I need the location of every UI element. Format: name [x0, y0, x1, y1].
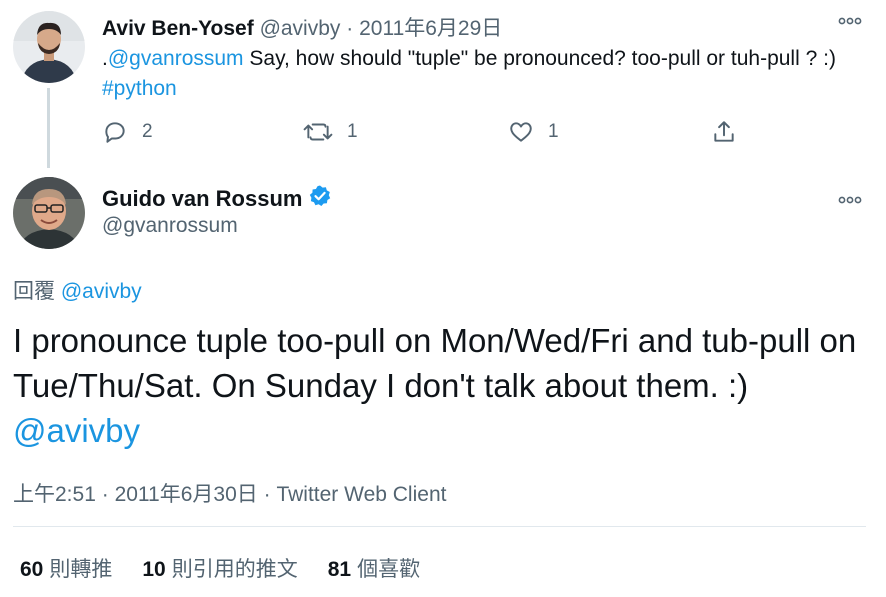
like-count: 1	[548, 121, 559, 142]
parent-text-body: Say, how should "tuple" be pronounced? t…	[243, 47, 836, 70]
main-handle[interactable]: @gvanrossum	[102, 214, 238, 238]
main-text-body: I pronounce tuple too-pull on Mon/Wed/Fr…	[13, 322, 857, 404]
main-author-row: Guido van Rossum	[102, 184, 332, 214]
avatar-guido[interactable]	[13, 177, 85, 249]
retweet-icon	[303, 123, 333, 141]
meta-separator: ·	[101, 483, 109, 506]
reply-to-link[interactable]: @avivby	[61, 280, 142, 303]
retweets-count: 60	[20, 558, 44, 581]
retweets-stat[interactable]: 60 則轉推	[20, 553, 112, 583]
main-display-name[interactable]: Guido van Rossum	[102, 186, 302, 212]
quotes-count: 10	[142, 558, 166, 581]
thread-connector	[47, 88, 50, 168]
reply-count: 2	[142, 121, 153, 142]
retweet-count: 1	[347, 121, 358, 142]
parent-display-name[interactable]: Aviv Ben-Yosef	[102, 17, 254, 40]
hashtag-link[interactable]: #python	[102, 77, 177, 100]
likes-label: 個喜歡	[357, 558, 421, 581]
main-tweet-text: I pronounce tuple too-pull on Mon/Wed/Fr…	[13, 318, 878, 453]
parent-tweet-text: .@gvanrossum Say, how should "tuple" be …	[102, 44, 870, 104]
tweet-time[interactable]: 上午2:51	[13, 483, 96, 506]
avatar-aviv[interactable]	[13, 11, 85, 83]
parent-header: Aviv Ben-Yosef @avivby · 2011年6月29日	[102, 12, 502, 42]
tweet-source[interactable]: Twitter Web Client	[276, 483, 446, 506]
quotes-label: 則引用的推文	[171, 558, 298, 581]
likes-stat[interactable]: 81 個喜歡	[328, 553, 420, 583]
parent-date[interactable]: 2011年6月29日	[359, 17, 502, 40]
verified-badge-icon	[308, 184, 332, 214]
likes-count: 81	[327, 558, 352, 581]
engagement-stats: 60 則轉推 10 則引用的推文 81 個喜歡	[20, 553, 420, 583]
share-icon	[714, 121, 734, 142]
main-more-icon[interactable]	[838, 189, 862, 210]
retweets-label: 則轉推	[49, 558, 113, 581]
reply-icon	[105, 122, 125, 143]
source-separator: ·	[263, 483, 271, 506]
quotes-stat[interactable]: 10 則引用的推文	[142, 553, 297, 583]
replying-to: 回覆 @avivby	[13, 275, 142, 305]
like-button[interactable]: 1	[508, 118, 559, 146]
heart-icon	[510, 122, 532, 142]
tweet-meta: 上午2:51 · 2011年6月30日 · Twitter Web Client	[13, 478, 446, 508]
main-mention-link[interactable]: @avivby	[13, 412, 140, 449]
parent-mention-link[interactable]: @gvanrossum	[108, 47, 244, 70]
retweet-button[interactable]: 1	[303, 118, 358, 146]
parent-handle[interactable]: @avivby	[260, 17, 341, 40]
share-button[interactable]	[711, 118, 737, 146]
header-separator: ·	[346, 17, 354, 40]
reply-label: 回覆	[13, 280, 55, 303]
tweet-date[interactable]: 2011年6月30日	[115, 483, 258, 506]
parent-more-icon[interactable]	[838, 10, 862, 31]
reply-button[interactable]: 2	[102, 118, 153, 146]
stats-divider	[13, 526, 866, 527]
